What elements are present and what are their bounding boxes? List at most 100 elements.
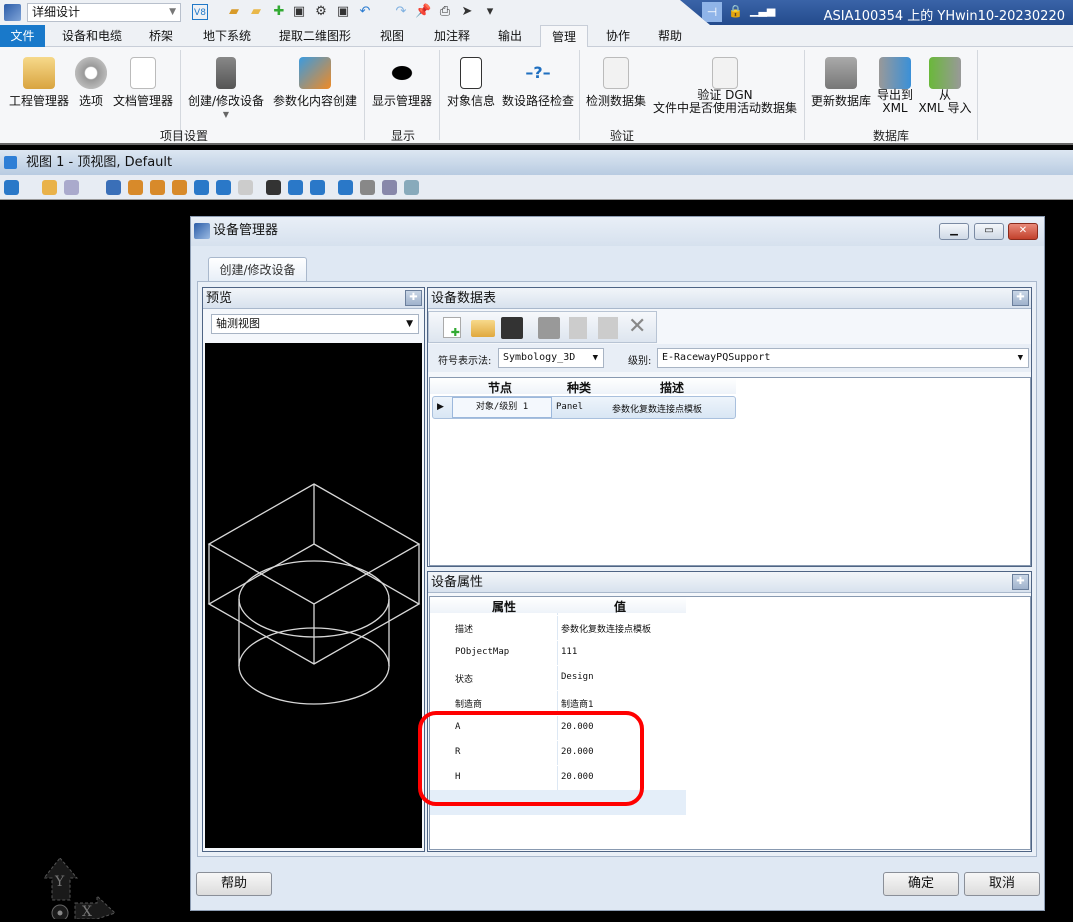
datatable-header: 设备数据表 ✚ (428, 288, 1031, 309)
dgn-check-icon (712, 57, 738, 89)
check-dataset-button[interactable]: 检测数据集 (583, 57, 649, 108)
delete-icon[interactable]: ✕ (628, 314, 646, 339)
pan-hand-icon[interactable] (238, 180, 253, 195)
symbology-select[interactable]: Symbology_3D ▼ (498, 348, 604, 368)
new-icon[interactable]: ✚ (443, 317, 461, 339)
app-logo-icon (194, 223, 210, 239)
tab-view[interactable]: 视图 (370, 25, 414, 47)
table-row[interactable]: ▶ 对象/级别 1 Panel 参数化复数连接点模板 (432, 396, 736, 419)
route-check-button[interactable]: –?– 数设路径检查 (500, 57, 576, 108)
create-modify-equipment-button[interactable]: 创建/修改设备 ▼ (184, 57, 268, 121)
preview-canvas[interactable] (205, 343, 422, 848)
help-button[interactable]: 帮助 (196, 872, 272, 896)
ok-button[interactable]: 确定 (883, 872, 959, 896)
view-mode-select[interactable]: 轴测视图 ▼ (211, 314, 419, 334)
tab-trays[interactable]: 桥架 (140, 25, 182, 47)
clip-volume-icon[interactable] (382, 180, 397, 195)
tab-equipment-cables[interactable]: 设备和电缆 (52, 25, 132, 47)
options-button[interactable]: 选项 (74, 57, 108, 108)
properties-grid: 属性 值 描述 参数化复数连接点模板 PObjectMap 111 状态 Design 制造… (418, 596, 1031, 850)
parametric-content-button[interactable]: 参数化内容创建 (270, 57, 360, 108)
view-rotation-icon[interactable] (360, 180, 375, 195)
pin-icon[interactable]: ✚ (405, 290, 422, 306)
pin-icon[interactable]: ✚ (1012, 290, 1029, 306)
print-icon[interactable]: ⎙ (437, 4, 453, 20)
pin-icon[interactable]: ✚ (1012, 574, 1029, 590)
tab-file[interactable]: 文件 (0, 25, 45, 47)
group-label-database: 数据库 (873, 129, 910, 143)
object-info-button[interactable]: 对象信息 (443, 57, 499, 108)
pencil-icon (299, 57, 331, 89)
v8-icon[interactable]: V8 (192, 4, 208, 20)
settings-file-icon[interactable]: ⚙ (313, 4, 329, 20)
property-value[interactable]: Design (561, 672, 594, 682)
close-button[interactable]: ✕ (1008, 223, 1038, 240)
paste-icon[interactable] (598, 317, 618, 339)
object-info-icon (460, 57, 482, 89)
previous-view-icon[interactable] (288, 180, 303, 195)
undo-icon[interactable]: ↶ (357, 4, 373, 20)
property-value[interactable]: 制造商1 (561, 697, 593, 710)
property-value[interactable]: 参数化复数连接点模板 (561, 622, 651, 635)
update-database-button[interactable]: 更新数据库 (808, 57, 874, 108)
highlight-annotation (418, 711, 644, 806)
project-manager-button[interactable]: 工程管理器 (6, 57, 72, 108)
tab-underground[interactable]: 地下系统 (192, 25, 262, 47)
window-area-icon[interactable] (172, 180, 187, 195)
signal-icon: ▁▃▅ (750, 4, 776, 17)
cancel-button[interactable]: 取消 (964, 872, 1040, 896)
property-name: 描述 (455, 625, 474, 635)
lighting-icon[interactable] (64, 180, 79, 195)
save-icon[interactable]: ▣ (291, 4, 307, 20)
redo-icon[interactable]: ↷ (393, 4, 409, 20)
tab-collaborate[interactable]: 协作 (596, 25, 640, 47)
property-row[interactable]: PObjectMap 111 (430, 640, 686, 665)
validate-dgn-button[interactable]: 验证 DGN 文件中是否使用活动数据集 (650, 57, 800, 121)
tab-annotate[interactable]: 加注释 (424, 25, 480, 47)
update-view-icon[interactable] (106, 180, 121, 195)
project-open-icon[interactable]: ▰ (226, 4, 242, 20)
select-cursor-icon[interactable]: ➤ (459, 4, 475, 20)
equipment-properties-pane: 设备属性 ✚ 属性 值 描述 参数化复数连接点模板 PObjectMap 111 状态 De… (418, 571, 1032, 852)
maximize-button[interactable]: ▭ (974, 223, 1004, 240)
tab-help[interactable]: 帮助 (648, 25, 692, 47)
property-value[interactable]: 111 (561, 647, 577, 657)
display-manager-button[interactable]: 显示管理器 (368, 57, 436, 108)
document-manager-button[interactable]: 文档管理器 (110, 57, 176, 108)
property-row[interactable]: 状态 Design (430, 665, 686, 690)
equipment-grid: 节点 种类 描述 ▶ 对象/级别 1 Panel 参数化复数连接点模板 (429, 377, 1031, 566)
rotate-view-icon[interactable] (216, 180, 231, 195)
pin-icon[interactable]: 📌 (415, 4, 431, 20)
workflow-select[interactable]: 详细设计 ▼ (27, 3, 181, 22)
property-row[interactable]: 描述 参数化复数连接点模板 (430, 615, 686, 640)
add-equipment-icon[interactable] (538, 317, 560, 339)
copy-view-icon[interactable] (338, 180, 353, 195)
display-style-icon[interactable] (42, 180, 57, 195)
next-view-icon[interactable] (310, 180, 325, 195)
clip-mask-icon[interactable] (404, 180, 419, 195)
export-xml-button[interactable]: 导出到 XML (874, 57, 916, 121)
zoom-in-icon[interactable] (128, 180, 143, 195)
minimize-button[interactable]: ▁ (939, 223, 969, 240)
route-check-icon: –?– (525, 63, 551, 82)
open-folder-icon[interactable] (471, 320, 495, 337)
tab-manage[interactable]: 管理 (540, 25, 588, 48)
folder-open-icon[interactable]: ▰ (248, 4, 264, 20)
import-xml-button[interactable]: 从 XML 导入 (916, 57, 974, 121)
zoom-out-icon[interactable] (150, 180, 165, 195)
walk-icon[interactable] (266, 180, 281, 195)
level-select[interactable]: E-RacewayPQSupport ▼ (657, 348, 1029, 368)
fit-view-icon[interactable] (194, 180, 209, 195)
copy-icon[interactable] (569, 317, 587, 339)
tab-create-modify-equipment[interactable]: 创建/修改设备 (208, 257, 307, 282)
save-icon[interactable] (501, 317, 523, 339)
new-file-icon[interactable]: ✚ (271, 4, 287, 20)
dialog-title-bar[interactable]: 设备管理器 ▁ ▭ ✕ (191, 217, 1044, 246)
preview-header: 预览 ✚ (203, 288, 424, 309)
save-settings-icon[interactable]: ▣ (335, 4, 351, 20)
view-attributes-icon[interactable] (4, 180, 19, 195)
tab-extract-2d[interactable]: 提取二维图形 (270, 25, 360, 47)
customize-icon[interactable]: ▾ (482, 4, 498, 20)
tab-output[interactable]: 输出 (488, 25, 532, 47)
connection-icon[interactable]: ⊣ (702, 2, 722, 22)
